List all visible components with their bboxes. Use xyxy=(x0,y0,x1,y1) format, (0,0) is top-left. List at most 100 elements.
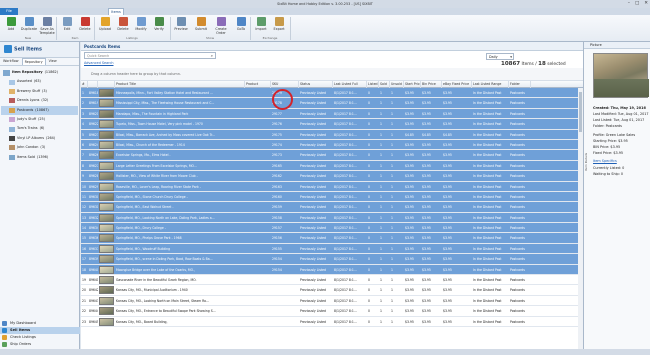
cell-id: 89619 xyxy=(89,101,98,106)
table-row[interactable]: 6 89624 Biloxi, Miss., Church of the Redee… xyxy=(81,139,583,151)
column-header[interactable]: Bin Price xyxy=(421,81,442,88)
table-row[interactable]: 15 89636 Springfield, MO., Phelps Grove Pa… xyxy=(81,233,583,244)
delete-listing-button[interactable]: Delete xyxy=(114,16,132,35)
submit-button[interactable]: Submit xyxy=(192,16,210,35)
table-row[interactable]: 8 89627 Large Letter Greetings From Excels… xyxy=(81,160,583,172)
table-row[interactable]: 22 89644 Kansas City, MO., Entrance to Bea… xyxy=(81,306,583,317)
column-header[interactable]: Status xyxy=(299,81,333,88)
tree-folder-item[interactable]: Assorted (63) xyxy=(1,77,78,86)
column-header[interactable]: # xyxy=(81,81,88,88)
preview-button[interactable]: Preview xyxy=(172,16,190,35)
table-row[interactable]: 18 89640 Moonglue Bridge over the Lake of … xyxy=(81,264,583,276)
add-button[interactable]: Add xyxy=(2,16,20,35)
cell-status: Previously Listed xyxy=(300,142,327,147)
tree-folder-item[interactable]: John Condon (3) xyxy=(1,143,78,152)
tab-view[interactable]: View xyxy=(47,58,59,65)
nav-sell-items[interactable]: Sell Items xyxy=(0,327,80,334)
tab-repository[interactable]: Repository xyxy=(21,58,46,65)
folder-icon xyxy=(3,69,10,76)
group-by-area[interactable]: Drag a column header here to group by th… xyxy=(81,68,583,81)
cell-range: In the Distant Past xyxy=(473,111,502,116)
column-header[interactable]: Sold xyxy=(379,81,390,88)
column-header[interactable]: Product xyxy=(245,81,271,88)
table-row[interactable]: 23 89645 Kansas City, MO., Board Building,… xyxy=(81,317,583,327)
export-button[interactable]: Export xyxy=(270,16,288,35)
table-row[interactable]: 5 89623 Biloxi, Miss., Barrack Ave, Arched… xyxy=(81,129,583,140)
table-row[interactable]: 17 89639 Springfield, MO., scene in Doling… xyxy=(81,254,583,265)
goto-button[interactable]: GoTo xyxy=(232,16,250,35)
tree-folder-item[interactable]: Items Sold (1396) xyxy=(1,153,78,162)
edit-button[interactable]: Edit xyxy=(58,16,76,35)
cell-title: Tupelo, Miss., Town House Motel, Very pi… xyxy=(116,122,203,127)
tree-folder-item[interactable]: Postcards (10867) xyxy=(1,105,78,115)
table-row[interactable]: 1 89618 Minneapolis, Minn., Fort Valley St… xyxy=(81,88,583,99)
table-row[interactable]: 2 89619 Mississippi City, Miss., The Fleet… xyxy=(81,98,583,109)
quick-search-input[interactable]: Quick Search ⌕ xyxy=(84,52,216,59)
tree-item-label: Postcards xyxy=(17,107,34,112)
import-button[interactable]: Import xyxy=(252,16,270,35)
column-header[interactable]: Last Listed Full xyxy=(333,81,367,88)
upload-button[interactable]: Upload xyxy=(96,16,114,35)
search-icon[interactable]: ⌕ xyxy=(211,53,213,59)
column-header[interactable]: SKU xyxy=(271,81,299,88)
tree-folder-item[interactable]: Vinyl LP Albums (264) xyxy=(1,134,78,143)
tree-folder-item[interactable]: Tom's Trains (6) xyxy=(1,124,78,133)
view-select[interactable]: Daily ▾ xyxy=(486,53,514,60)
modify-button[interactable]: Modify xyxy=(132,16,150,35)
cell-id: 89628 xyxy=(89,174,98,179)
column-header[interactable] xyxy=(88,81,98,88)
table-row[interactable]: 7 89626 Excelsior Springs, Mo., Elms Hotel… xyxy=(81,150,583,161)
postcard-thumbnail xyxy=(99,130,114,139)
duplicate-button[interactable]: Duplicate xyxy=(20,16,38,35)
tree-folder-item[interactable]: Judy's Stuff (25) xyxy=(1,115,78,124)
column-header[interactable]: Product Title xyxy=(115,81,245,88)
verify-button[interactable]: Verify xyxy=(150,16,168,35)
table-row[interactable]: 14 89634 Springfield, MO., Drury College -… xyxy=(81,223,583,234)
item-specifics-link[interactable]: Item Specifics xyxy=(593,159,617,163)
postcard-thumbnail xyxy=(99,140,114,149)
table-row[interactable]: 13 89632 Springfield, MO., Looking North o… xyxy=(81,212,583,224)
tab-workflow[interactable]: Workflow xyxy=(1,58,21,65)
delete-button[interactable]: Delete xyxy=(76,16,94,35)
column-header[interactable]: Listed xyxy=(367,81,379,88)
advanced-search-link[interactable]: Advanced Search xyxy=(84,61,113,65)
table-row[interactable]: 4 89622 Tupelo, Miss., Town House Motel, V… xyxy=(81,119,583,130)
starting-price: Starting Price: $3.95 xyxy=(593,139,628,143)
window-controls: – □ ✕ xyxy=(628,0,648,8)
table-row[interactable]: 19 89641 Gasconade River in the Beautiful … xyxy=(81,275,583,286)
close-button[interactable]: ✕ xyxy=(644,0,648,8)
cell-id: 89622 xyxy=(89,122,98,127)
table-row[interactable]: 10 89629 Roseville, MO., Lover's Leap, Roa… xyxy=(81,181,583,192)
nav-my-dashboard[interactable]: My Dashboard xyxy=(0,320,80,327)
nav-check-listings[interactable]: Check Listings xyxy=(0,334,80,341)
column-header[interactable]: Start Price xyxy=(404,81,421,88)
scrollbar-thumb[interactable] xyxy=(579,92,582,132)
table-row[interactable]: 3 89621 Mandapo, Miss., The Fountain in Hi… xyxy=(81,108,583,120)
maximize-button[interactable]: □ xyxy=(635,0,639,8)
column-header[interactable]: Last Listed Range xyxy=(472,81,509,88)
cell-fixed: $3.95 xyxy=(443,91,452,95)
tree-folder-item[interactable]: Dennis Lyons (32) xyxy=(1,96,78,105)
cell-folder: Postcards xyxy=(510,153,525,158)
tree-root-item[interactable]: Item Repository (11862) xyxy=(1,68,78,77)
tree-item-label: Tom's Trains xyxy=(17,126,38,131)
template-button[interactable]: Save As Template xyxy=(38,16,56,35)
table-row[interactable]: 21 89643 Kansas City, MO., Looking North o… xyxy=(81,296,583,307)
order-button[interactable]: Create Order xyxy=(212,16,230,35)
column-header[interactable]: eBay Fixed Price xyxy=(442,81,472,88)
nav-ship-orders[interactable]: Ship Orders xyxy=(0,341,80,348)
column-header[interactable]: Unsold xyxy=(390,81,404,88)
tree-folder-item[interactable]: Brewery Stuff (3) xyxy=(1,87,78,96)
ribbon-button-label: Verify xyxy=(154,27,164,31)
minimize-button[interactable]: – xyxy=(628,0,630,8)
table-row[interactable]: 9 89628 Hollister, MO., View of White Rive… xyxy=(81,171,583,182)
tab-items[interactable]: Items xyxy=(108,8,124,15)
table-row[interactable]: 20 89642 Kansas City, MO., Municipal Audit… xyxy=(81,285,583,296)
table-row[interactable]: 11 89630 Springfield, MO., Stone Church Dr… xyxy=(81,191,583,203)
column-header[interactable] xyxy=(98,81,115,88)
column-header[interactable]: Folder xyxy=(509,81,531,88)
table-row[interactable]: 12 89631 Springfield, MO., East Walnut Str… xyxy=(81,202,583,213)
tab-file[interactable]: File xyxy=(0,8,18,15)
tree-item-count: (10867) xyxy=(35,107,49,112)
table-row[interactable]: 16 89637 Springfield, MO., Woodruff Buildi… xyxy=(81,243,583,255)
